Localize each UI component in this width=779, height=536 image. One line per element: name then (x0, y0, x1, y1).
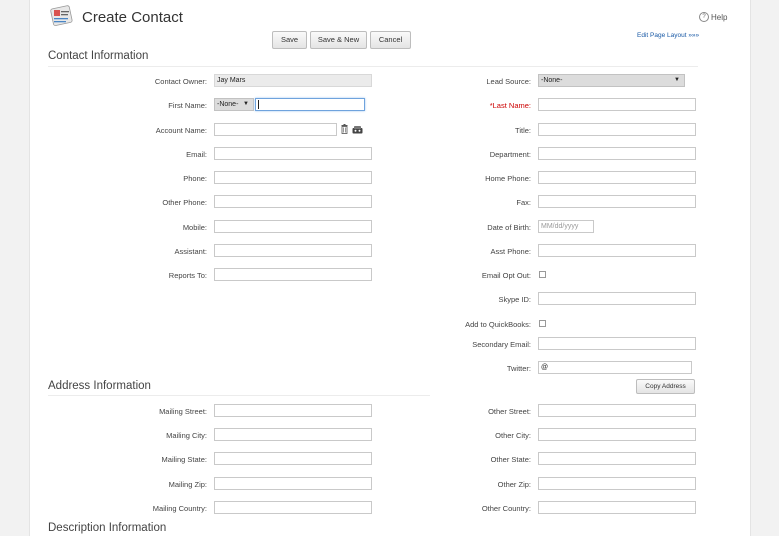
other-zip-label: Other Zip: (497, 480, 531, 489)
save-and-new-button[interactable]: Save & New (310, 31, 367, 49)
chevron-down-icon: ▼ (674, 77, 680, 83)
mailing-street-input[interactable] (214, 404, 372, 417)
mailing-zip-label: Mailing Zip: (168, 480, 207, 489)
department-input[interactable] (538, 147, 696, 160)
lead-source-select[interactable]: -None- ▼ (538, 74, 685, 87)
assistant-label: Assistant: (174, 247, 207, 256)
twitter-label: Twitter: (506, 364, 531, 373)
home-phone-label: Home Phone: (485, 174, 531, 183)
other-city-label: Other City: (495, 431, 531, 440)
mobile-input[interactable] (214, 220, 372, 233)
help-label: Help (711, 12, 728, 22)
home-phone-input[interactable] (538, 171, 696, 184)
secondary-email-label: Secondary Email: (472, 340, 531, 349)
mailing-zip-input[interactable] (214, 477, 372, 490)
add-to-quickbooks-checkbox[interactable] (539, 320, 546, 327)
section-address-information: Address Information (48, 380, 151, 392)
email-opt-out-checkbox[interactable] (539, 271, 546, 278)
department-label: Department: (489, 150, 531, 159)
phone-label: Phone: (183, 174, 207, 183)
mailing-country-input[interactable] (214, 501, 372, 514)
section-contact-information: Contact Information (48, 50, 149, 62)
other-country-input[interactable] (538, 501, 696, 514)
save-button[interactable]: Save (272, 31, 307, 49)
email-input[interactable] (214, 147, 372, 160)
other-phone-input[interactable] (214, 195, 372, 208)
skype-id-input[interactable] (538, 292, 696, 305)
last-name-label: *Last Name: (489, 101, 531, 110)
other-phone-label: Other Phone: (162, 198, 207, 207)
asst-phone-input[interactable] (538, 244, 696, 257)
title-label: Title: (515, 126, 531, 135)
other-street-label: Other Street: (488, 407, 531, 416)
edit-page-layout-link[interactable]: Edit Page Layout »»» (637, 32, 699, 39)
other-city-input[interactable] (538, 428, 696, 441)
fax-label: Fax: (516, 198, 531, 207)
salutation-select[interactable]: -None- ▼ (214, 98, 254, 111)
assistant-input[interactable] (214, 244, 372, 257)
first-name-label: First Name: (168, 101, 207, 110)
other-zip-input[interactable] (538, 477, 696, 490)
account-name-label: Account Name: (155, 126, 207, 135)
help-link[interactable]: ? Help (699, 12, 727, 22)
phone-input[interactable] (214, 171, 372, 184)
copy-address-button[interactable]: Copy Address (636, 379, 695, 394)
mailing-city-input[interactable] (214, 428, 372, 441)
chevron-down-icon: ▼ (243, 101, 249, 107)
mobile-label: Mobile: (182, 223, 207, 232)
title-input[interactable] (538, 123, 696, 136)
email-label: Email: (186, 150, 207, 159)
section-description-information: Description Information (48, 522, 167, 534)
mailing-country-label: Mailing Country: (152, 504, 207, 513)
reports-to-input[interactable] (214, 268, 372, 281)
asst-phone-label: Asst Phone: (490, 247, 531, 256)
mailing-city-label: Mailing City: (166, 431, 207, 440)
secondary-email-input[interactable] (538, 337, 696, 350)
other-state-label: Other State: (490, 455, 531, 464)
contact-owner-label: Contact Owner: (154, 77, 207, 86)
contact-card-icon (50, 5, 73, 26)
help-circle-icon: ? (699, 12, 709, 22)
other-country-label: Other Country: (481, 504, 531, 513)
trash-icon[interactable] (341, 124, 348, 134)
other-state-input[interactable] (538, 452, 696, 465)
account-name-input[interactable] (214, 123, 337, 136)
email-opt-out-label: Email Opt Out: (481, 271, 531, 280)
first-name-input[interactable] (255, 98, 365, 111)
date-of-birth-input[interactable]: MM/dd/yyyy (538, 220, 594, 233)
lead-source-value: -None- (541, 77, 563, 84)
cancel-button[interactable]: Cancel (370, 31, 411, 49)
twitter-input[interactable]: @ (538, 361, 692, 374)
contact-owner-field[interactable]: Jay Mars (214, 74, 372, 87)
salutation-value: -None- (217, 101, 239, 108)
lead-source-label: Lead Source: (486, 77, 531, 86)
reports-to-label: Reports To: (168, 271, 207, 280)
page-title: Create Contact (82, 9, 183, 26)
fax-input[interactable] (538, 195, 696, 208)
section-divider (48, 395, 430, 396)
last-name-input[interactable] (538, 98, 696, 111)
section-divider (48, 66, 698, 67)
other-street-input[interactable] (538, 404, 696, 417)
add-to-quickbooks-label: Add to QuickBooks: (465, 320, 531, 329)
skype-id-label: Skype ID: (498, 295, 531, 304)
mailing-street-label: Mailing Street: (159, 407, 207, 416)
mailing-state-label: Mailing State: (161, 455, 207, 464)
mailing-state-input[interactable] (214, 452, 372, 465)
date-of-birth-label: Date of Birth: (487, 223, 531, 232)
